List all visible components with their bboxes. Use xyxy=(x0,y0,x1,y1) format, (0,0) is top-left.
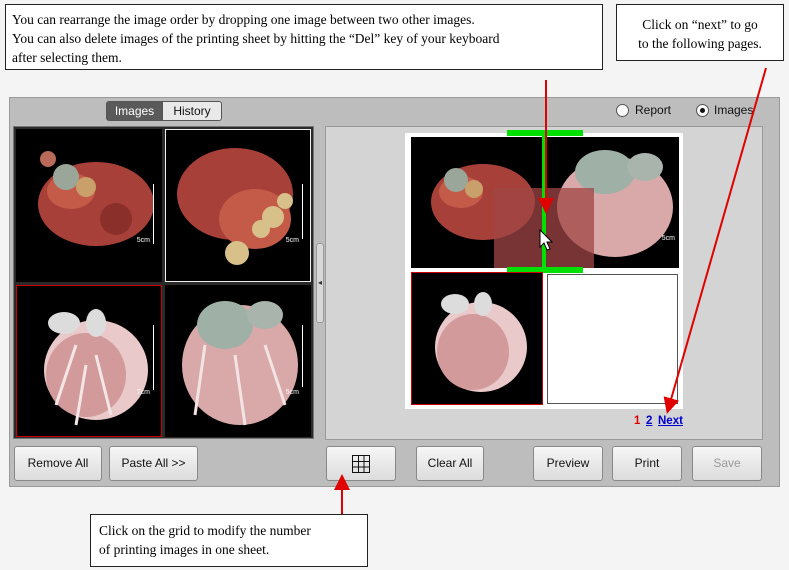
annotation-arrows xyxy=(334,67,767,514)
arrow-to-next-link xyxy=(663,67,767,414)
